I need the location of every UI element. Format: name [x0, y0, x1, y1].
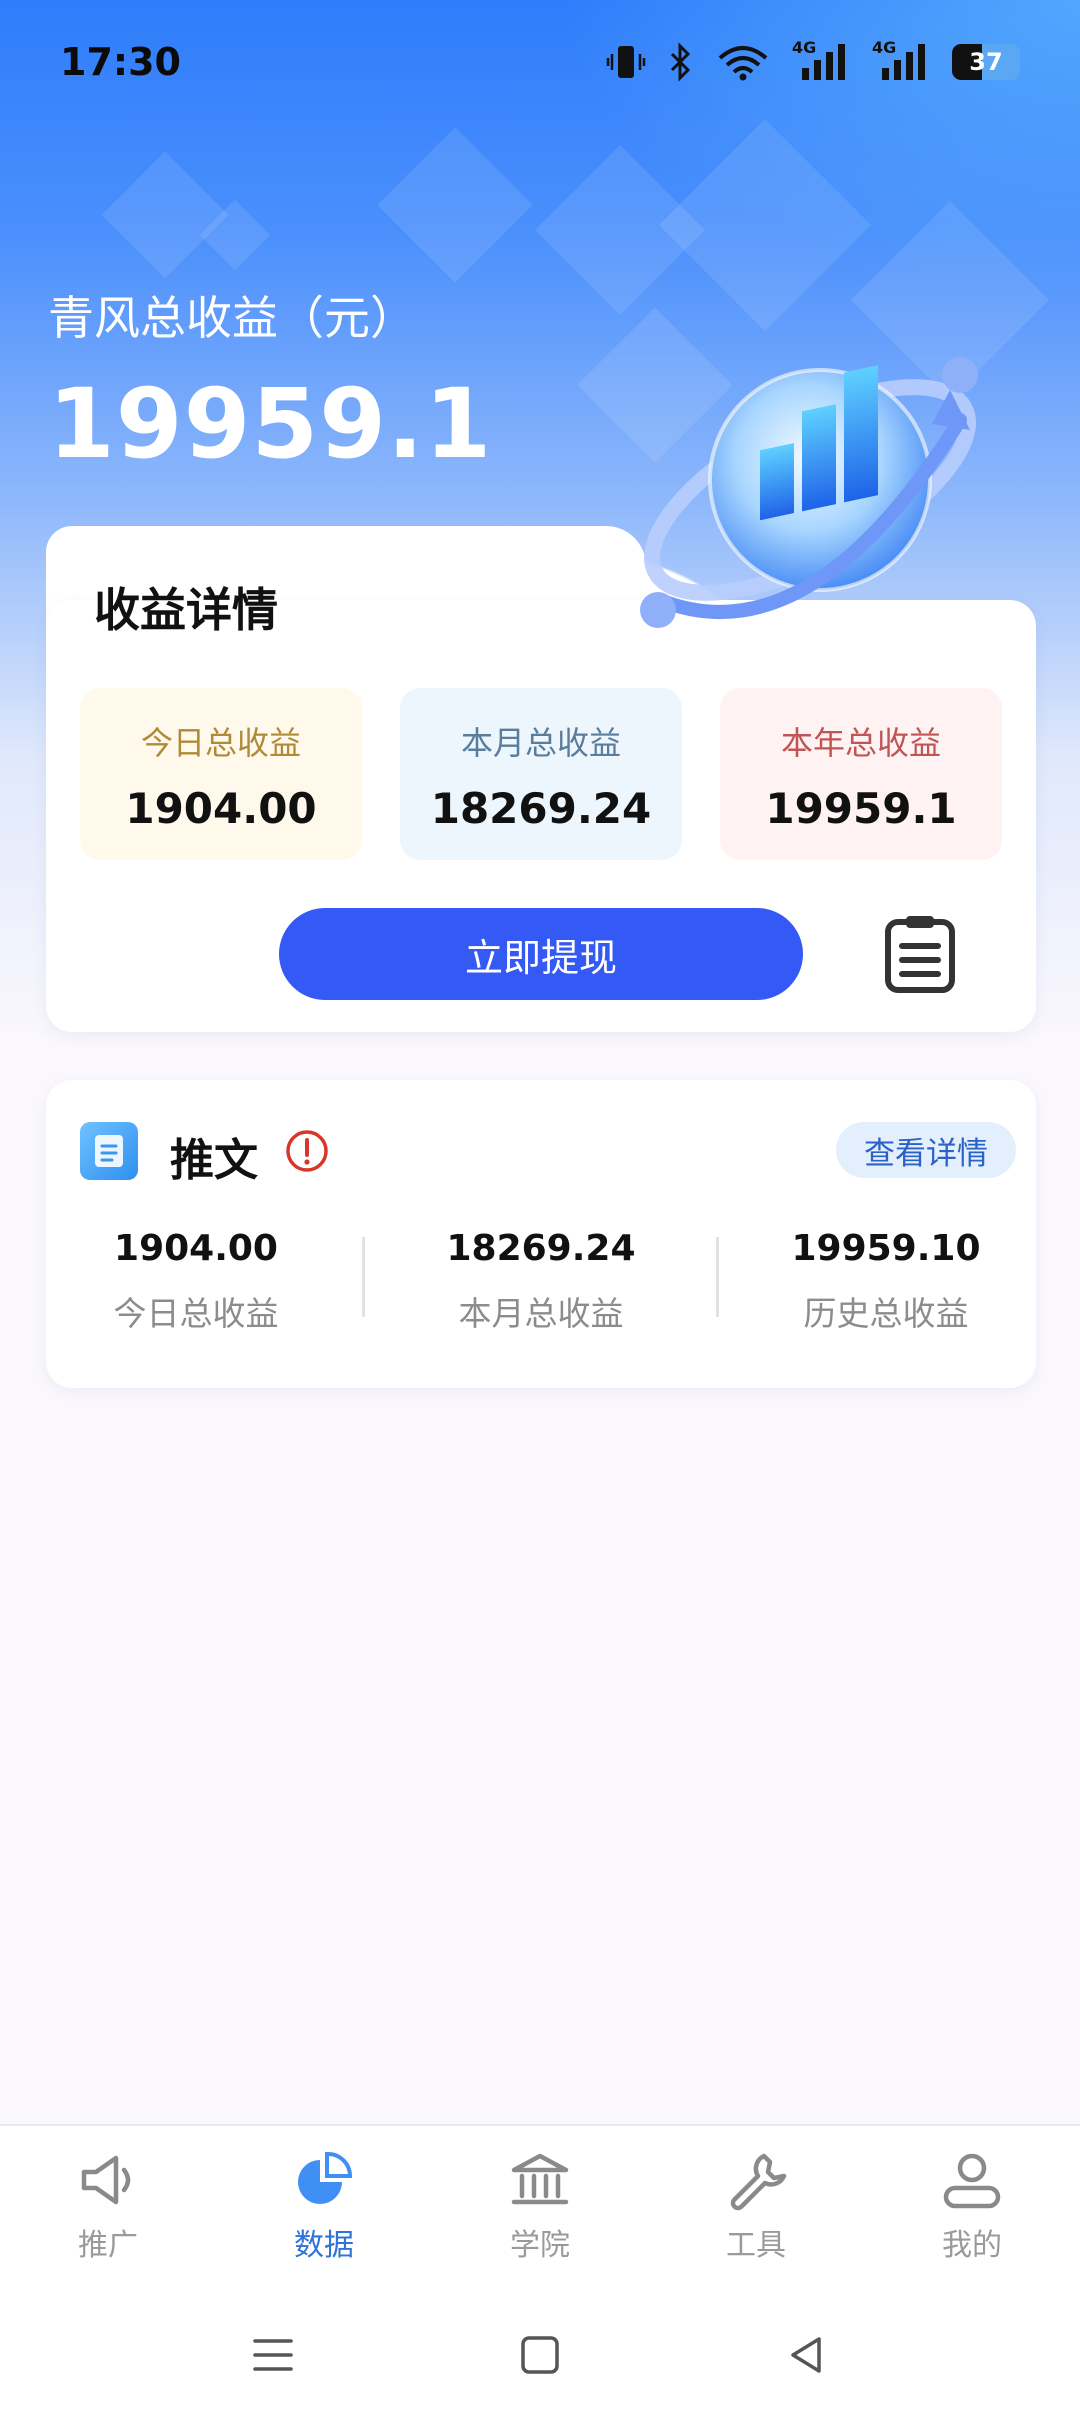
tweet-stat-month: 18269.24 本月总收益 — [391, 1228, 691, 1335]
year-earnings-box: 本年总收益 19959.1 — [720, 688, 1002, 860]
earnings-detail-heading: 收益详情 — [94, 583, 278, 637]
nav-item-tools[interactable]: 工具 — [676, 2148, 836, 2264]
month-earnings-box: 本月总收益 18269.24 — [400, 688, 682, 860]
tweet-stat-history: 19959.10 历史总收益 — [736, 1228, 1036, 1335]
document-icon — [80, 1122, 138, 1180]
month-earnings-value: 18269.24 — [430, 784, 652, 833]
back-button[interactable] — [772, 2320, 842, 2390]
bottom-navigation: 推广 数据 学院 工具 我的 — [0, 2124, 1080, 2294]
tweet-section-title: 推文 — [170, 1135, 258, 1186]
divider — [716, 1237, 719, 1317]
tweet-stat-value: 18269.24 — [446, 1228, 636, 1269]
nav-item-academy[interactable]: 学院 — [460, 2148, 620, 2264]
year-earnings-value: 19959.1 — [765, 784, 957, 833]
nav-item-profile[interactable]: 我的 — [892, 2148, 1052, 2264]
withdraw-records-button[interactable] — [878, 912, 962, 996]
wrench-icon — [730, 2153, 787, 2211]
tweet-stat-label: 今日总收益 — [113, 1294, 279, 1333]
square-icon — [521, 2336, 559, 2374]
total-earnings-amount: 19959.1 — [48, 368, 493, 480]
earnings-chart-illustration — [640, 357, 978, 628]
bluetooth-icon — [670, 42, 691, 82]
back-triangle-icon — [791, 2337, 821, 2373]
recent-apps-button[interactable] — [238, 2320, 308, 2390]
cell-signal-2: 4G — [872, 38, 930, 82]
nav-label: 学院 — [510, 2228, 570, 2263]
tweet-stat-value: 19959.10 — [791, 1228, 981, 1269]
tweet-stat-value: 1904.00 — [114, 1228, 278, 1269]
cell-signal-1: 4G — [792, 38, 850, 82]
user-icon — [943, 2153, 1001, 2209]
total-earnings-title: 青风总收益（元） — [48, 291, 416, 345]
year-earnings-label: 本年总收益 — [780, 724, 941, 762]
pie-chart-icon — [298, 2151, 353, 2204]
today-earnings-box: 今日总收益 1904.00 — [80, 688, 362, 860]
today-earnings-value: 1904.00 — [125, 784, 317, 833]
vibrate-icon — [606, 46, 646, 78]
nav-label: 我的 — [942, 2228, 1002, 2263]
nav-item-data[interactable]: 数据 — [244, 2148, 404, 2264]
divider — [362, 1237, 365, 1317]
nav-label: 推广 — [78, 2228, 138, 2263]
tweet-stat-label: 本月总收益 — [458, 1294, 624, 1333]
nav-label: 工具 — [726, 2228, 786, 2263]
alert-icon[interactable] — [284, 1128, 330, 1174]
clipboard-list-icon — [885, 916, 955, 993]
tweet-stat-today: 1904.00 今日总收益 — [46, 1228, 346, 1335]
signal-bars-icon — [882, 44, 925, 80]
nav-item-promotion[interactable]: 推广 — [28, 2148, 188, 2264]
today-earnings-label: 今日总收益 — [140, 724, 301, 762]
wifi-icon — [718, 46, 768, 81]
system-navigation-bar — [0, 2294, 1080, 2414]
battery-indicator: 37 — [952, 44, 1020, 80]
view-details-button[interactable]: 查看详情 — [836, 1122, 1016, 1178]
megaphone-icon — [81, 2155, 131, 2205]
earnings-detail-card: 收益详情 今日总收益 1904.00 本月总收益 18269.24 本年总收益 … — [46, 583, 1036, 1032]
tweet-stat-label: 历史总收益 — [803, 1294, 969, 1333]
nav-label: 数据 — [294, 2228, 354, 2263]
bank-icon — [511, 2153, 569, 2205]
tweet-earnings-card: 推文 查看详情 1904.00 今日总收益 18269.24 本月总收益 199… — [46, 1080, 1036, 1388]
status-icons: 4G 4G 37 — [606, 38, 1020, 84]
month-earnings-label: 本月总收益 — [460, 724, 621, 762]
status-bar: 17:30 4G 4G 37 — [0, 0, 1080, 130]
menu-icon — [253, 2339, 293, 2371]
withdraw-button[interactable]: 立即提现 — [279, 908, 803, 1000]
signal-bars-icon — [802, 44, 845, 80]
home-button[interactable] — [505, 2320, 575, 2390]
status-time: 17:30 — [60, 40, 181, 84]
